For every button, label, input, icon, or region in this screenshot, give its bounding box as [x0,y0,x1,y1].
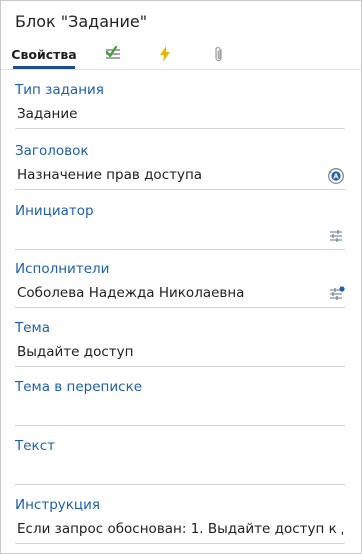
field-performers-label: Исполнители [15,261,110,277]
tab-events[interactable] [151,39,179,69]
field-task-type-label: Тип задания [15,82,104,98]
paperclip-icon [215,46,222,61]
select-params-icon[interactable] [327,285,345,303]
field-header-label: Заголовок [15,143,89,159]
field-underline [15,307,345,308]
svg-text:A: A [333,173,339,181]
field-text-label: Текст [15,438,55,454]
field-underline [15,128,345,129]
checklist-icon [105,46,120,59]
tab-checklist[interactable] [99,39,127,69]
lightning-icon [160,46,170,62]
field-instruction-label: Инструкция [15,497,101,513]
field-header-value[interactable]: Назначение прав доступа [17,167,317,183]
tab-bar: Свойства [1,39,361,69]
field-underline [15,249,345,250]
field-underline [15,189,345,190]
field-initiator-label: Инициатор [15,203,94,219]
tab-properties-label: Свойства [11,46,77,62]
tabs-divider [1,69,361,70]
tab-properties[interactable]: Свойства [11,39,77,69]
auto-text-icon[interactable]: A [327,167,345,185]
field-instruction-value[interactable]: Если запрос обоснован: 1. Выдайте доступ… [17,521,343,537]
field-task-type-value[interactable]: Задание [17,106,317,122]
select-params-icon[interactable] [327,227,345,245]
task-block-panel: Блок "Задание" Свойства Тип задания Зада… [0,0,362,554]
field-performers-value[interactable]: Соболева Надежда Николаевна [17,285,317,301]
field-underline [15,366,345,367]
panel-title: Блок "Задание" [15,12,148,31]
field-thread-theme-label: Тема в переписке [15,379,143,395]
field-underline [15,425,345,426]
field-theme-value[interactable]: Выдайте доступ [17,344,317,360]
field-underline [15,484,345,485]
field-theme-label: Тема [15,320,51,336]
field-underline [15,543,345,544]
tab-attachments[interactable] [205,39,233,69]
